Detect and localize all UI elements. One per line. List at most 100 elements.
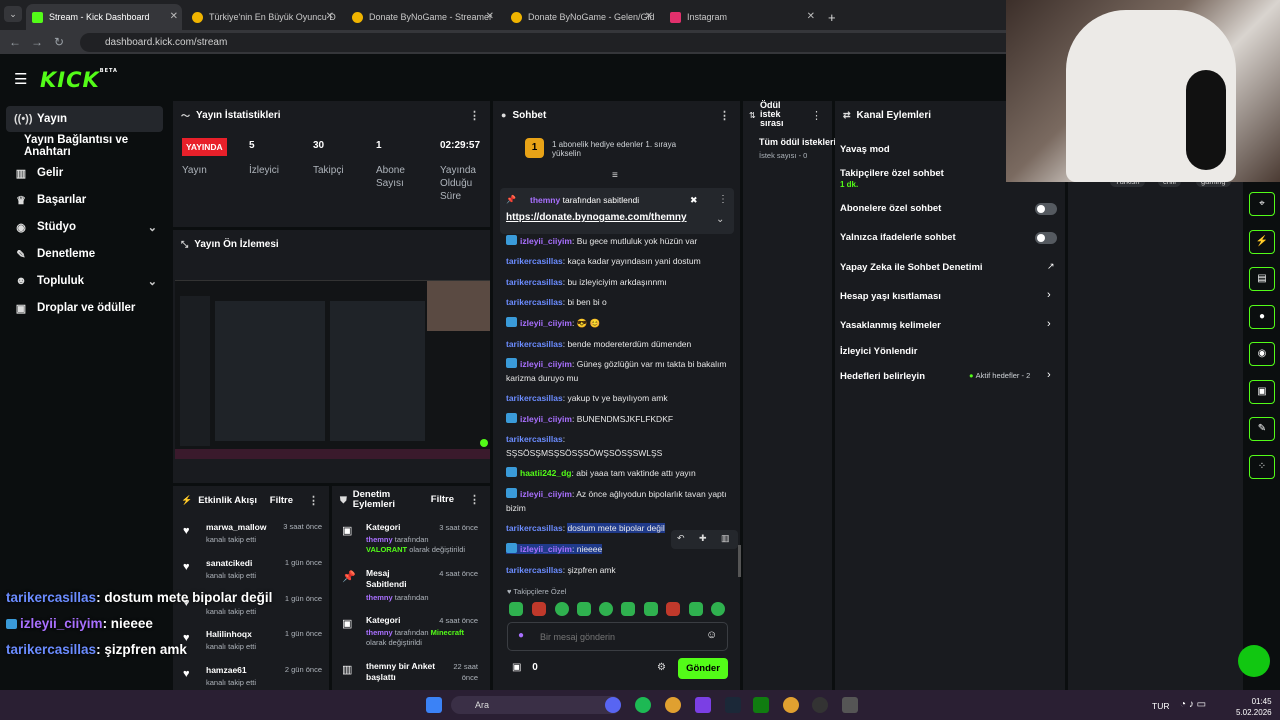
emote-icon[interactable] xyxy=(599,602,613,616)
close-tab-icon[interactable]: ✕ xyxy=(807,11,815,22)
tab-donate-streamer[interactable]: Donate ByNoGame - Streamer ✕ xyxy=(346,4,498,30)
language-indicator[interactable]: TUR xyxy=(1152,701,1169,711)
emotes-only-toggle[interactable] xyxy=(1035,232,1057,244)
emote-icon[interactable] xyxy=(666,602,680,616)
menu-icon[interactable]: ☰ xyxy=(14,70,27,88)
feed-filter-button[interactable]: Filtre xyxy=(270,495,293,506)
tab-kick-dashboard[interactable]: Stream - Kick Dashboard ✕ xyxy=(26,4,182,30)
sidebar-item-topluluk[interactable]: ☻ Topluluk ⌄ xyxy=(6,268,163,294)
all-rewards-tab[interactable]: Tüm ödül istekleri xyxy=(759,137,836,147)
chat-message[interactable]: izleyii_ciiyim: Güneş gözlüğün var mı ta… xyxy=(506,357,731,385)
chat-message[interactable]: izleyii_ciiyim: BUNENDMSJKFLFKDKF xyxy=(506,412,731,426)
kick-logo[interactable]: KICKBETA xyxy=(40,68,118,92)
followers-only-item[interactable]: Takipçilere özel sohbet 1 dk. xyxy=(840,168,944,190)
microphone-icon[interactable]: ● xyxy=(518,630,524,641)
stream-preview-video[interactable] xyxy=(175,280,490,459)
moderation-filter-button[interactable]: Filtre xyxy=(431,495,454,505)
xbox-icon[interactable] xyxy=(753,697,769,713)
spotify-icon[interactable] xyxy=(635,697,651,713)
tab-bynogame[interactable]: Türkiye'nin En Büyük Oyuncu D ✕ xyxy=(186,4,338,30)
rail-chat-button[interactable]: ● xyxy=(1249,305,1275,329)
emote-icon[interactable] xyxy=(689,602,703,616)
rail-camera-button[interactable]: ⌖ xyxy=(1249,192,1275,216)
close-tab-icon[interactable]: ✕ xyxy=(170,11,178,22)
external-link-icon[interactable]: ↗ xyxy=(1047,261,1055,272)
chat-message[interactable]: izleyii_ciiyim: Az önce ağlıyodun bipola… xyxy=(506,487,731,515)
chrome-icon[interactable] xyxy=(665,697,681,713)
discord-icon[interactable] xyxy=(605,697,621,713)
rail-bolt-button[interactable]: ⚡ xyxy=(1249,230,1275,254)
sidebar-item-droplar[interactable]: ▣ Droplar ve ödüller xyxy=(6,295,163,321)
steam-icon[interactable] xyxy=(725,697,741,713)
pinned-link[interactable]: https://donate.bynogame.com/themny xyxy=(506,212,687,223)
goals-item[interactable]: Hedefleri belirleyin xyxy=(840,371,925,382)
chat-message[interactable]: izleyii_ciiyim: Bu gece mutluluk yok hüz… xyxy=(506,234,731,248)
sidebar-item-denetleme[interactable]: ✎ Denetleme xyxy=(6,241,163,267)
chat-message[interactable]: tarikercasillas: SŞSÖSŞMSŞSÖSŞSÖWŞSÖSŞSWL… xyxy=(506,432,731,460)
emotes-only-item[interactable]: Yalnızca ifadelerle sohbet xyxy=(840,232,956,243)
windows-start-icon[interactable] xyxy=(426,697,442,713)
chat-message[interactable]: tarikercasillas: bende modereterdüm düme… xyxy=(506,337,731,351)
reload-icon[interactable]: ↻ xyxy=(48,35,70,49)
pinned-more-icon[interactable]: ⋮ xyxy=(718,194,728,205)
slow-mode-item[interactable]: Yavaş mod xyxy=(840,144,890,155)
chat-message[interactable]: tarikercasillas: şizpfren amk xyxy=(506,563,731,577)
close-tab-icon[interactable]: ✕ xyxy=(326,11,334,22)
emote-icon[interactable] xyxy=(644,602,658,616)
emote-icon[interactable] xyxy=(577,602,591,616)
chat-message-field[interactable] xyxy=(540,629,700,644)
taskbar-search[interactable]: Ara xyxy=(451,696,621,714)
rail-mod-button[interactable]: ▣ xyxy=(1249,380,1275,404)
tab-search-button[interactable]: ⌄ xyxy=(4,6,22,22)
forward-icon[interactable]: → xyxy=(26,35,48,49)
app-icon[interactable] xyxy=(842,697,858,713)
more-options-icon[interactable]: ⋮ xyxy=(719,109,730,122)
gift-banner[interactable]: 1 abonelik hediye edenler 1. sıraya yüks… xyxy=(552,140,692,158)
chevron-right-icon[interactable]: › xyxy=(1047,318,1051,330)
banned-words-item[interactable]: Yasaklanmış kelimeler xyxy=(840,320,941,331)
raid-item[interactable]: İzleyici Yönlendir xyxy=(840,346,917,357)
emote-icon[interactable] xyxy=(711,602,725,616)
chevron-down-icon[interactable]: ⌄ xyxy=(716,214,724,225)
chat-scrollbar[interactable] xyxy=(738,545,741,577)
chevron-right-icon[interactable]: › xyxy=(1047,369,1051,381)
account-age-item[interactable]: Hesap yaşı kısıtlaması xyxy=(840,291,941,302)
emote-icon[interactable] xyxy=(532,602,546,616)
chevron-right-icon[interactable]: › xyxy=(1047,289,1051,301)
sidebar-item-basarilar[interactable]: ♛ Başarılar xyxy=(6,187,163,213)
tab-donate-gelen[interactable]: Donate ByNoGame - Gelen/Gid ✕ xyxy=(505,4,657,30)
emote-icon[interactable] xyxy=(555,602,569,616)
sidebar-item-stream-key[interactable]: Yayın Bağlantısı ve Anahtarı xyxy=(16,133,176,159)
unpin-icon[interactable]: ✖ xyxy=(690,195,698,206)
settings-gear-icon[interactable]: ⚙ xyxy=(657,662,666,673)
chat-message[interactable]: izleyii_ciiyim: nieeee xyxy=(506,542,731,556)
rail-community-button[interactable]: ⁘ xyxy=(1249,455,1275,479)
collapse-icon[interactable]: ≡ xyxy=(612,170,618,181)
wifi-icon[interactable]: ◔ ♪ ▭ xyxy=(1180,699,1206,710)
rail-live-button[interactable]: ◉ xyxy=(1249,342,1275,366)
rail-wrench-button[interactable]: ✎ xyxy=(1249,417,1275,441)
obs-icon[interactable] xyxy=(812,697,828,713)
emote-icon[interactable] xyxy=(509,602,523,616)
more-options-icon[interactable]: ⋮ xyxy=(308,494,319,507)
more-options-icon[interactable]: ⋮ xyxy=(469,495,480,506)
vs-icon[interactable] xyxy=(695,697,711,713)
chrome-active-icon[interactable] xyxy=(783,697,799,713)
chat-message[interactable]: izleyii_ciiyim: 😎 😊 xyxy=(506,316,731,330)
sidebar-item-yayin[interactable]: ((•)) Yayın xyxy=(6,106,163,132)
close-tab-icon[interactable]: ✕ xyxy=(645,11,653,22)
more-options-icon[interactable]: ⋮ xyxy=(811,109,822,122)
new-tab-button[interactable]: + xyxy=(822,4,840,30)
points-counter[interactable]: ▣ 0 xyxy=(512,662,538,673)
chat-message[interactable]: tarikercasillas: yakup tv ye bayılıyom a… xyxy=(506,391,731,405)
clock[interactable]: 01:45 5.02.2026 xyxy=(1236,696,1272,718)
chat-message[interactable]: tarikercasillas: bi ben bi o xyxy=(506,295,731,309)
rail-calendar-button[interactable]: ▤ xyxy=(1249,267,1275,291)
ai-moderation-item[interactable]: Yapay Zeka ile Sohbet Denetimi xyxy=(840,262,983,273)
more-options-icon[interactable]: ⋮ xyxy=(469,109,480,122)
emoji-icon[interactable]: ☺ xyxy=(706,629,717,641)
chat-message[interactable]: tarikercasillas: bu izleyiciyim arkdaşın… xyxy=(506,275,731,289)
help-bubble-button[interactable] xyxy=(1238,645,1270,677)
subscribers-only-toggle[interactable] xyxy=(1035,203,1057,215)
close-tab-icon[interactable]: ✕ xyxy=(486,11,494,22)
